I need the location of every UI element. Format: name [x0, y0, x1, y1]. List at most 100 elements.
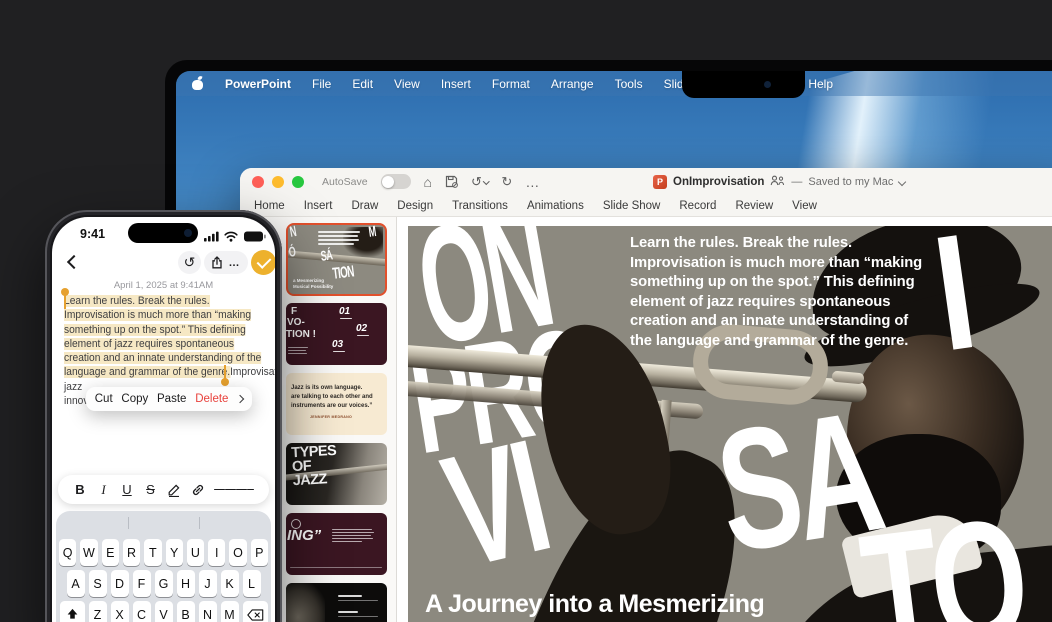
key[interactable]: E	[101, 539, 119, 566]
ribbon-tab[interactable]: Draw	[351, 200, 378, 212]
key[interactable]: B	[176, 601, 195, 622]
autosave-toggle[interactable]	[380, 174, 411, 189]
key[interactable]: F	[132, 570, 151, 597]
thumb2-number: 01	[339, 306, 351, 317]
ribbon-tab[interactable]: View	[792, 200, 817, 212]
key[interactable]: V	[154, 601, 173, 622]
key[interactable]: D	[110, 570, 129, 597]
back-chevron-icon[interactable]	[66, 254, 82, 270]
key[interactable]: Y	[165, 539, 183, 566]
align-icon[interactable]	[214, 487, 254, 492]
note-nav-row: ↺ …	[52, 250, 275, 276]
key[interactable]: T	[144, 539, 162, 566]
save-icon[interactable]	[445, 175, 458, 188]
key[interactable]: L	[242, 570, 261, 597]
ribbon-tab[interactable]: Slide Show	[603, 200, 661, 212]
key[interactable]: J	[198, 570, 217, 597]
menu-item[interactable]: PowerPoint	[225, 77, 291, 91]
slide-canvas[interactable]: ON I PRO VI SA TO	[408, 226, 1052, 622]
keyboard-row-3: ZXCVBNM	[56, 601, 271, 622]
menu-item[interactable]: Tools	[615, 77, 643, 91]
key[interactable]: G	[154, 570, 173, 597]
key[interactable]: P	[250, 539, 268, 566]
key[interactable]: C	[132, 601, 151, 622]
link-icon[interactable]	[191, 483, 205, 497]
menu-more-chevron-icon[interactable]	[235, 394, 245, 404]
menu-item[interactable]: View	[394, 77, 420, 91]
more-toolbar-icon[interactable]: …	[525, 175, 540, 189]
undo-button[interactable]: ↺	[178, 251, 201, 274]
key[interactable]: Q	[59, 539, 77, 566]
slide-footer-title: A Journey into a Mesmerizing	[425, 590, 765, 618]
key[interactable]: W	[80, 539, 98, 566]
thumbnail-slide-3[interactable]: Jazz is its own language. are talking to…	[286, 373, 387, 435]
key[interactable]: M	[220, 601, 239, 622]
selection-end-handle[interactable]	[221, 378, 229, 386]
key[interactable]: R	[122, 539, 141, 566]
key[interactable]: I	[208, 539, 226, 566]
ribbon-tab[interactable]: Transitions	[452, 200, 508, 212]
apple-menu-icon[interactable]	[192, 77, 204, 91]
selection-start-bar[interactable]	[64, 295, 66, 309]
ribbon-tab[interactable]: Insert	[304, 200, 333, 212]
thumb1-letter: M	[367, 223, 378, 241]
predictive-bar[interactable]	[56, 511, 271, 535]
key[interactable]: A	[66, 570, 85, 597]
ribbon-tab[interactable]: Record	[679, 200, 716, 212]
share-people-icon[interactable]	[770, 173, 785, 191]
thumbnail-slide-4[interactable]: TYPES OF JAZZ	[286, 443, 387, 505]
minimize-button[interactable]	[272, 175, 284, 188]
ribbon-tab[interactable]: Review	[735, 200, 773, 212]
undo-icon[interactable]: ↺	[471, 175, 490, 188]
highlighter-icon[interactable]	[167, 483, 181, 497]
menu-item[interactable]: Help	[808, 77, 833, 91]
menu-item[interactable]: Edit	[352, 77, 373, 91]
ribbon-tab[interactable]: Animations	[527, 200, 584, 212]
cut-button[interactable]: Cut	[95, 393, 113, 405]
iphone: 9:41 ↺ … April 1, 2025 at 9:41AM Learn t…	[45, 210, 282, 622]
done-check-button[interactable]	[251, 250, 275, 275]
close-button[interactable]	[252, 175, 264, 188]
thumbnail-slide-1[interactable]: N M Ó SÁ TION a Mesmerizing Musical Poss…	[286, 223, 387, 296]
thumb2-fragment: TION !	[286, 329, 316, 340]
share-more-pill[interactable]: …	[204, 251, 248, 274]
backspace-key[interactable]	[242, 601, 268, 622]
paste-button[interactable]: Paste	[157, 393, 186, 405]
menu-item[interactable]: File	[312, 77, 331, 91]
saved-status-chevron-icon[interactable]	[898, 177, 907, 186]
key[interactable]: O	[229, 539, 247, 566]
key[interactable]: U	[186, 539, 205, 566]
italic-button[interactable]: I	[97, 482, 111, 498]
copy-button[interactable]: Copy	[121, 393, 148, 405]
selection-end-bar[interactable]	[224, 365, 226, 379]
key[interactable]: X	[110, 601, 129, 622]
underline-button[interactable]: U	[120, 482, 134, 497]
dynamic-island	[128, 223, 198, 243]
key[interactable]: N	[198, 601, 217, 622]
strikethrough-button[interactable]: S	[144, 482, 158, 497]
keyboard-row-1: QWERTYUIOP	[56, 539, 271, 566]
redo-icon[interactable]: ↻	[501, 175, 512, 188]
menu-item[interactable]: Insert	[441, 77, 471, 91]
thumb1-caption: a Mesmerizing Musical Possibility	[293, 278, 334, 290]
powerpoint-app-icon: P	[653, 174, 667, 189]
ribbon-tab[interactable]: Design	[397, 200, 433, 212]
key[interactable]: K	[220, 570, 239, 597]
thumbnail-slide-5[interactable]: ING”	[286, 513, 387, 575]
zoom-button[interactable]	[292, 175, 304, 188]
thumbnail-slide-6[interactable]	[286, 583, 387, 622]
home-icon[interactable]: ⌂	[424, 175, 432, 189]
menu-item[interactable]: Format	[492, 77, 530, 91]
thumbnail-slide-2[interactable]: F VO- TION ! 01 02 03	[286, 303, 387, 365]
key[interactable]: S	[88, 570, 107, 597]
shift-key[interactable]	[59, 601, 85, 622]
display-notch	[682, 71, 805, 98]
key[interactable]: H	[176, 570, 195, 597]
bold-button[interactable]: B	[73, 482, 87, 497]
menu-item[interactable]: Arrange	[551, 77, 594, 91]
delete-button[interactable]: Delete	[195, 393, 228, 405]
window-titlebar: AutoSave ⌂ ↺ ↻ … P OnImprovisation — Sav…	[240, 168, 1052, 195]
key[interactable]: Z	[88, 601, 107, 622]
mac-menu-bar: PowerPoint File Edit View Insert Format Arrang…	[176, 71, 1052, 96]
ribbon-tab[interactable]: Home	[254, 200, 285, 212]
